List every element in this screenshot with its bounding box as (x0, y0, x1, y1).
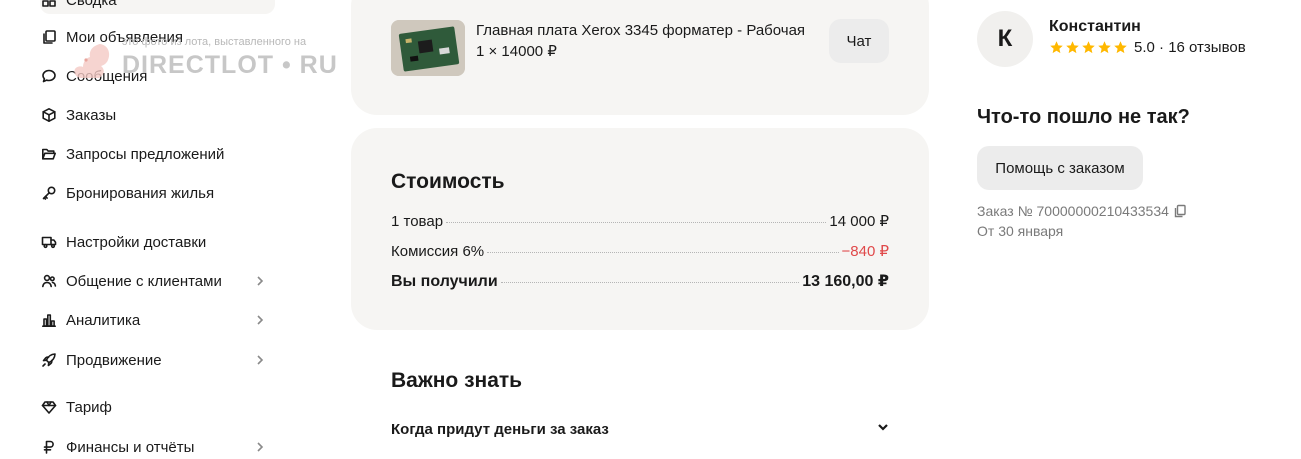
copy-icon[interactable] (1173, 204, 1187, 218)
cost-row-total: Вы получили 13 160,00 ₽ (391, 271, 889, 291)
sidebar-item-label: Сводка (66, 0, 117, 9)
rating-stars (1049, 40, 1129, 55)
sidebar-item-label: Финансы и отчёты (66, 438, 195, 456)
sidebar-item-messages[interactable]: Сообщения (40, 62, 275, 90)
seller-name[interactable]: Константин (1049, 18, 1141, 36)
support-title: Что-то пошло не так? (977, 106, 1190, 128)
sidebar-item-bookings[interactable]: Бронирования жилья (40, 179, 275, 207)
product-title[interactable]: Главная плата Xerox 3345 форматер - Рабо… (476, 22, 805, 39)
seller-rating: 5.0 · 16 отзывов (1049, 39, 1246, 56)
sidebar-item-tariff[interactable]: Тариф (40, 393, 275, 421)
box-icon (40, 106, 58, 124)
star-icon (1097, 40, 1112, 55)
cost-label: 1 товар (391, 213, 444, 230)
grid-icon (40, 0, 58, 9)
sidebar-item-label: Бронирования жилья (66, 184, 215, 202)
sidebar-item-label: Продвижение (66, 351, 162, 369)
reviews-count[interactable]: · 16 отзывов (1159, 39, 1246, 56)
sidebar-item-delivery-settings[interactable]: Настройки доставки (40, 228, 275, 256)
diamond-icon (40, 398, 58, 416)
sidebar-item-label: Сообщения (66, 67, 148, 85)
sidebar-item-promotion[interactable]: Продвижение (40, 346, 275, 374)
sidebar-item-label: Заказы (66, 106, 117, 124)
cost-value: 14 000 ₽ (829, 213, 889, 230)
chevron-right-icon (253, 313, 267, 327)
faq-item-money-arrival[interactable]: Когда придут деньги за заказ (391, 418, 890, 440)
truck-icon (40, 233, 58, 251)
chat-bubble-icon (40, 67, 58, 85)
key-icon (40, 184, 58, 202)
cost-label: Вы получили (391, 273, 498, 290)
copy-icon (40, 28, 58, 46)
ruble-icon (40, 438, 58, 456)
order-date: От 30 января (977, 223, 1064, 239)
sidebar-item-requests[interactable]: Запросы предложений (40, 140, 275, 168)
star-icon (1065, 40, 1080, 55)
folder-open-icon (40, 145, 58, 163)
sidebar-item-label: Запросы предложений (66, 145, 225, 163)
chevron-right-icon (253, 440, 267, 454)
star-icon (1049, 40, 1064, 55)
important-title: Важно знать (391, 369, 523, 392)
rating-value: 5.0 (1134, 39, 1155, 56)
star-icon (1113, 40, 1128, 55)
order-number: Заказ № 70000000210433534 (977, 203, 1187, 219)
sidebar: Сводка Мои объявления Сообщения Заказы З… (0, 0, 290, 459)
users-icon (40, 272, 58, 290)
order-item-card: Главная плата Xerox 3345 форматер - Рабо… (351, 0, 929, 115)
sidebar-item-label: Настройки доставки (66, 233, 207, 251)
dotted-leader (446, 222, 827, 223)
cost-row-items: 1 товар 14 000 ₽ (391, 212, 889, 230)
sidebar-item-customer-communication[interactable]: Общение с клиентами (40, 267, 275, 295)
sidebar-item-orders[interactable]: Заказы (40, 101, 275, 129)
chevron-down-icon (876, 420, 890, 439)
chevron-right-icon (253, 353, 267, 367)
seller-avatar[interactable]: К (977, 11, 1033, 67)
cost-title: Стоимость (391, 170, 505, 193)
dotted-leader (500, 282, 800, 283)
product-quantity-price: 1 × 14000 ₽ (476, 43, 557, 60)
star-icon (1081, 40, 1096, 55)
sidebar-item-summary[interactable]: Сводка (40, 0, 275, 14)
circuit-board-image (391, 20, 465, 76)
dotted-leader (487, 252, 839, 253)
sidebar-item-label: Тариф (66, 398, 112, 416)
sidebar-item-my-listings[interactable]: Мои объявления (40, 23, 275, 51)
sidebar-item-label: Аналитика (66, 311, 141, 329)
cost-card: Стоимость 1 товар 14 000 ₽ Комиссия 6% −… (351, 128, 929, 330)
order-help-button[interactable]: Помощь с заказом (977, 146, 1143, 190)
sidebar-item-finance[interactable]: Финансы и отчёты (40, 433, 275, 459)
chevron-right-icon (253, 274, 267, 288)
rocket-icon (40, 351, 58, 369)
sidebar-item-label: Общение с клиентами (66, 272, 222, 290)
sidebar-item-label: Мои объявления (66, 28, 183, 46)
cost-label: Комиссия 6% (391, 243, 485, 260)
cost-row-commission: Комиссия 6% −840 ₽ (391, 242, 889, 260)
cost-value: 13 160,00 ₽ (802, 273, 889, 290)
sidebar-item-analytics[interactable]: Аналитика (40, 306, 275, 334)
order-number-text: Заказ № 70000000210433534 (977, 203, 1169, 219)
chat-button[interactable]: Чат (829, 19, 889, 63)
product-thumbnail[interactable] (391, 20, 465, 76)
bar-chart-icon (40, 311, 58, 329)
faq-label: Когда придут деньги за заказ (391, 420, 609, 438)
cost-value: −840 ₽ (841, 243, 890, 260)
